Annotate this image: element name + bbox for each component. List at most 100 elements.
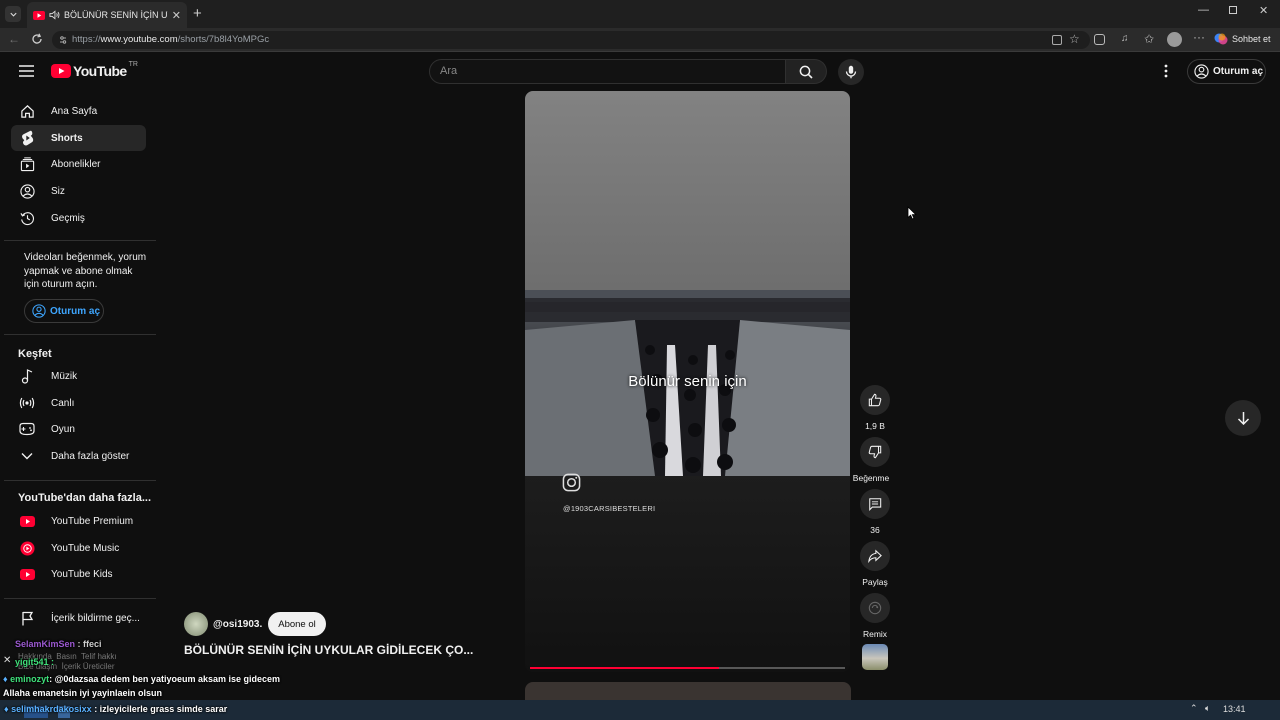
logo-wordmark: YouTube	[73, 63, 127, 79]
sidebar-show-more[interactable]: Daha fazla göster	[11, 443, 146, 469]
new-tab-button[interactable]: +	[193, 5, 202, 22]
remix-action[interactable]: Remix	[860, 593, 890, 639]
youtube-logo[interactable]: YouTube TR	[51, 60, 138, 79]
more-options-icon[interactable]: ···	[1193, 30, 1205, 44]
app-available-icon[interactable]	[1052, 35, 1062, 45]
sound-thumbnail[interactable]	[862, 644, 888, 670]
volume-icon[interactable]: 🔈︎	[1205, 703, 1210, 714]
next-short-button[interactable]	[1225, 400, 1261, 436]
sidebar-item-live[interactable]: Canlı	[11, 390, 146, 416]
mouse-cursor-icon	[907, 206, 917, 220]
url-path: /shorts/7b8l4YoMPGc	[177, 34, 270, 45]
like-count: 1,9 B	[865, 421, 885, 431]
restore-button[interactable]	[1229, 6, 1237, 14]
remix-button[interactable]	[860, 593, 890, 623]
video-watermark-handle: @1903CARSIBESTELERI	[563, 504, 656, 513]
shorts-video-player[interactable]: Bölünür senin için @1903CARSIBESTELERI	[525, 91, 850, 672]
video-progress-bar[interactable]	[530, 667, 845, 669]
next-short-preview[interactable]	[525, 682, 851, 700]
chevron-down-icon	[9, 12, 17, 17]
search-input[interactable]: Ara	[429, 59, 786, 84]
chat-close-icon[interactable]: ✕	[3, 655, 11, 666]
dislike-action[interactable]: Beğenme	[853, 437, 890, 483]
shorts-icon	[21, 130, 33, 146]
browser-tab-active[interactable]: BÖLÜNÜR SENİN İÇİN UYKULA ✕	[27, 2, 187, 28]
youtube-premium-icon	[19, 515, 35, 527]
chat-text: :	[51, 657, 55, 667]
sidebar-item-youtube-music[interactable]: YouTube Music	[11, 535, 146, 561]
channel-avatar[interactable]	[184, 612, 208, 636]
speaker-icon[interactable]	[49, 10, 60, 20]
favorites-icon[interactable]: ✩	[1144, 32, 1154, 46]
comment-icon	[869, 498, 882, 511]
share-label: Paylaş	[862, 577, 888, 587]
clock[interactable]: 13:41	[1223, 704, 1246, 714]
subscribe-button[interactable]: Abone ol	[268, 612, 326, 636]
sidebar-item-report[interactable]: İçerik bildirme geç...	[11, 605, 146, 631]
youtube-logo-icon	[51, 64, 71, 78]
chevron-down-icon	[21, 453, 33, 460]
address-bar-row: ← https://www.youtube.com/shorts/7b8l4Yo…	[0, 28, 1280, 52]
sidebar-item-youtube-kids[interactable]: YouTube Kids	[11, 561, 146, 587]
chat-text: : izleyicilerle grass simde sarar	[94, 704, 228, 714]
dislike-button[interactable]	[860, 437, 890, 467]
back-button[interactable]: ←	[8, 32, 20, 46]
sidebar-item-you[interactable]: Siz	[11, 178, 146, 204]
sidebar-signin-button[interactable]: Oturum aç	[24, 299, 104, 323]
sidebar-item-gaming[interactable]: Oyun	[11, 416, 146, 442]
sidebar-item-label: Ana Sayfa	[51, 105, 98, 117]
short-title: BÖLÜNÜR SENİN İÇİN UYKULAR GİDİLECEK ÇO.…	[184, 643, 474, 657]
sidebar-item-home[interactable]: Ana Sayfa	[11, 98, 146, 124]
comments-button[interactable]	[860, 489, 890, 519]
sidebar-item-label: İçerik bildirme geç...	[51, 612, 140, 624]
youtube-kids-icon	[19, 568, 35, 580]
settings-menu-button[interactable]	[1164, 64, 1168, 78]
share-button[interactable]	[860, 541, 890, 571]
url-field[interactable]: https://www.youtube.com/shorts/7b8l4YoMP…	[52, 31, 1090, 49]
voice-search-button[interactable]	[838, 59, 864, 85]
header-signin-label: Oturum aç	[1213, 66, 1264, 77]
extensions-icon[interactable]	[1094, 34, 1105, 45]
site-info-icon[interactable]	[58, 35, 68, 45]
search-button[interactable]	[786, 59, 827, 84]
sidebar-item-label: Müzik	[51, 370, 78, 382]
tab-list-button[interactable]	[5, 6, 21, 22]
like-action[interactable]: 1,9 B	[860, 385, 890, 431]
sidebar-item-subscriptions[interactable]: Abonelikler	[11, 151, 146, 177]
favorite-star-icon[interactable]: ☆	[1069, 32, 1080, 46]
chat-badge-icon: ♦	[3, 674, 8, 684]
channel-name[interactable]: @osi1903.	[213, 619, 262, 630]
sidebar-item-label: YouTube Music	[51, 542, 120, 554]
footer-link-creators[interactable]: İçerik Üreticiler	[62, 662, 115, 671]
youtube-header: YouTube TR Ara Oturum aç	[0, 52, 1280, 90]
explore-section-title: Keşfet	[18, 348, 52, 360]
profile-avatar[interactable]	[1167, 32, 1182, 47]
sidebar-item-history[interactable]: Geçmiş	[11, 205, 146, 231]
reload-button[interactable]	[31, 33, 43, 45]
youtube-favicon-icon	[33, 10, 45, 20]
copilot-icon	[1214, 33, 1228, 45]
sidebar-item-music[interactable]: Müzik	[11, 363, 146, 389]
footer-link-press[interactable]: Basın	[56, 652, 76, 661]
like-button[interactable]	[860, 385, 890, 415]
copilot-button[interactable]: Sohbet et	[1214, 32, 1271, 46]
header-signin-button[interactable]: Oturum aç	[1187, 59, 1266, 84]
tray-chevron-icon[interactable]: ⌃	[1190, 703, 1198, 714]
close-tab-icon[interactable]: ✕	[172, 9, 181, 22]
guide-menu-button[interactable]	[19, 65, 34, 77]
sidebar-item-shorts[interactable]: Shorts	[11, 125, 146, 151]
sidebar-item-youtube-premium[interactable]: YouTube Premium	[11, 508, 146, 534]
share-action[interactable]: Paylaş	[860, 541, 890, 587]
minimize-button[interactable]: —	[1198, 4, 1209, 16]
logo-region: TR	[128, 60, 138, 68]
subscriptions-icon	[20, 156, 34, 171]
close-window-button[interactable]: ✕	[1259, 4, 1268, 17]
youtube-music-icon	[19, 540, 35, 556]
sidebar-item-label: YouTube Kids	[51, 568, 113, 580]
browser-essentials-icon[interactable]: ♫	[1121, 33, 1129, 44]
chat-badge-icon: ♦	[4, 704, 9, 714]
footer-link-copyright[interactable]: Telif hakkı	[81, 652, 117, 661]
live-icon	[19, 397, 35, 409]
dislike-label: Beğenme	[852, 473, 890, 483]
comments-action[interactable]: 36	[860, 489, 890, 535]
